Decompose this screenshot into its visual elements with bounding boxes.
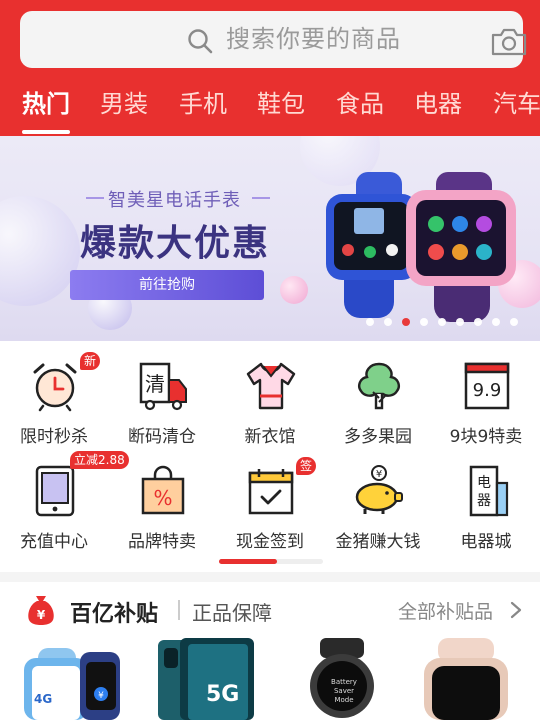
- search-placeholder: 搜索你要的商品: [226, 25, 401, 53]
- svg-text:器: 器: [477, 493, 491, 509]
- subsidy-title: 百亿补贴: [70, 602, 159, 627]
- category-label: 新衣馆: [244, 427, 296, 447]
- category-flash-sale[interactable]: 新 限时秒杀: [0, 352, 108, 460]
- guarantee-text: 正品保障: [192, 601, 272, 625]
- tab-shoes-bags[interactable]: 鞋包: [257, 88, 305, 120]
- section-separator: [0, 572, 540, 582]
- category-appliances[interactable]: 电 器 电器城: [432, 465, 540, 565]
- tree-icon: [358, 362, 400, 410]
- svg-text:¥: ¥: [98, 691, 104, 701]
- grid-scroll-thumb: [219, 559, 278, 564]
- carousel-dot[interactable]: [384, 318, 392, 326]
- appliance-icon: 电 器: [469, 465, 509, 517]
- camera-icon[interactable]: [490, 27, 528, 57]
- product-apple-watch[interactable]: [414, 638, 522, 720]
- category-gold-pig[interactable]: ¥ 金猪赚大钱: [324, 465, 432, 565]
- product-huawei-phone[interactable]: 5G: [152, 638, 260, 720]
- category-clearance[interactable]: 清 断码清仓: [108, 360, 216, 460]
- header-divider: [178, 600, 180, 620]
- chevron-right-icon[interactable]: [510, 601, 522, 619]
- svg-text:¥: ¥: [37, 608, 46, 622]
- tab-phones[interactable]: 手机: [179, 88, 227, 120]
- svg-text:¥: ¥: [376, 469, 382, 480]
- banner-subtitle: 智美星电话手表: [108, 190, 241, 211]
- tab-electronics[interactable]: 电器: [414, 88, 462, 120]
- product-text: 5G: [206, 682, 240, 707]
- category-99-sale[interactable]: 9.9 9块9特卖: [432, 360, 540, 460]
- banner-title: 爆款大优惠: [80, 223, 271, 264]
- carousel-dot[interactable]: [492, 318, 500, 326]
- product-kids-smartwatch[interactable]: ¥ 4G: [20, 638, 128, 720]
- apple-watch-image: [424, 638, 508, 720]
- search-icon: [188, 29, 213, 54]
- phone-recharge-icon: [35, 465, 75, 517]
- new-badge: 新: [80, 352, 101, 370]
- gold-pig-icon: ¥: [355, 465, 403, 514]
- search-box[interactable]: 搜索你要的商品: [20, 11, 527, 68]
- subsidy-header: ¥ 百亿补贴 正品保障 全部补贴品: [0, 582, 540, 638]
- carousel-dot[interactable]: [456, 318, 464, 326]
- carousel-dot[interactable]: [474, 318, 482, 326]
- category-label: 多多果园: [344, 427, 412, 447]
- kids-smartwatch-image: ¥: [24, 648, 120, 720]
- category-new-clothes[interactable]: 新衣馆: [216, 360, 324, 460]
- header: 搜索你要的商品 热门 男装 手机 鞋包 食品 电器 汽车: [0, 0, 540, 136]
- svg-text:9.9: 9.9: [473, 380, 502, 401]
- decor-bubble: [280, 276, 308, 304]
- all-subsidy-link[interactable]: 全部补贴品: [398, 597, 493, 624]
- carousel-dot-active[interactable]: [402, 318, 410, 326]
- category-cash-checkin[interactable]: 签 现金签到: [216, 457, 324, 565]
- product-text: Battery Saver Mode: [331, 678, 357, 704]
- shirt-icon: [246, 362, 296, 410]
- tab-hot[interactable]: 热门: [22, 88, 70, 120]
- active-tab-indicator: [22, 130, 70, 134]
- category-recharge[interactable]: 立减2.88 充值中心: [0, 451, 129, 565]
- category-brand-sale[interactable]: % 品牌特卖: [108, 465, 216, 565]
- category-label: 9块9特卖: [449, 427, 523, 447]
- checkin-badge: 签: [296, 457, 317, 475]
- product-text: 4G: [34, 692, 53, 706]
- category-label: 充值中心: [20, 532, 88, 552]
- category-tabs: 热门 男装 手机 鞋包 食品 电器 汽车: [0, 84, 540, 136]
- calendar-check-icon: [248, 469, 294, 515]
- tab-menswear[interactable]: 男装: [100, 88, 148, 120]
- subtitle-line: [86, 197, 104, 199]
- tab-food[interactable]: 食品: [336, 88, 384, 120]
- carousel-dot[interactable]: [420, 318, 428, 326]
- tab-cars[interactable]: 汽车: [493, 88, 540, 120]
- promo-banner[interactable]: 智美星电话手表 爆款大优惠 前往抢购: [0, 136, 540, 341]
- category-label: 断码清仓: [128, 427, 196, 447]
- decor-bubble: [0, 196, 80, 306]
- category-label: 现金签到: [236, 532, 304, 552]
- money-bag-icon: ¥: [28, 596, 54, 625]
- subtitle-line: [252, 197, 270, 199]
- product-sports-watch[interactable]: Battery Saver Mode: [290, 638, 398, 720]
- banner-cta-button[interactable]: 前往抢购: [70, 270, 264, 300]
- category-label: 品牌特卖: [128, 532, 196, 552]
- grid-scroll-indicator: [219, 559, 323, 564]
- svg-text:%: %: [153, 486, 172, 510]
- calendar-99-icon: 9.9: [464, 362, 510, 410]
- smartwatch-image: [326, 172, 516, 322]
- alarm-clock-icon: [33, 363, 77, 412]
- category-label: 金猪赚大钱: [335, 532, 421, 552]
- carousel-dot[interactable]: [366, 318, 374, 326]
- carousel-dot[interactable]: [510, 318, 518, 326]
- category-orchard[interactable]: 多多果园: [324, 360, 432, 460]
- carousel-dot[interactable]: [438, 318, 446, 326]
- category-label: 电器城: [460, 532, 512, 552]
- svg-text:清: 清: [145, 372, 165, 396]
- category-label: 限时秒杀: [20, 427, 88, 447]
- shopping-bag-percent-icon: %: [141, 465, 185, 515]
- huawei-phone-image: [158, 638, 254, 720]
- svg-text:电: 电: [477, 475, 491, 491]
- clearance-truck-icon: 清: [139, 362, 187, 411]
